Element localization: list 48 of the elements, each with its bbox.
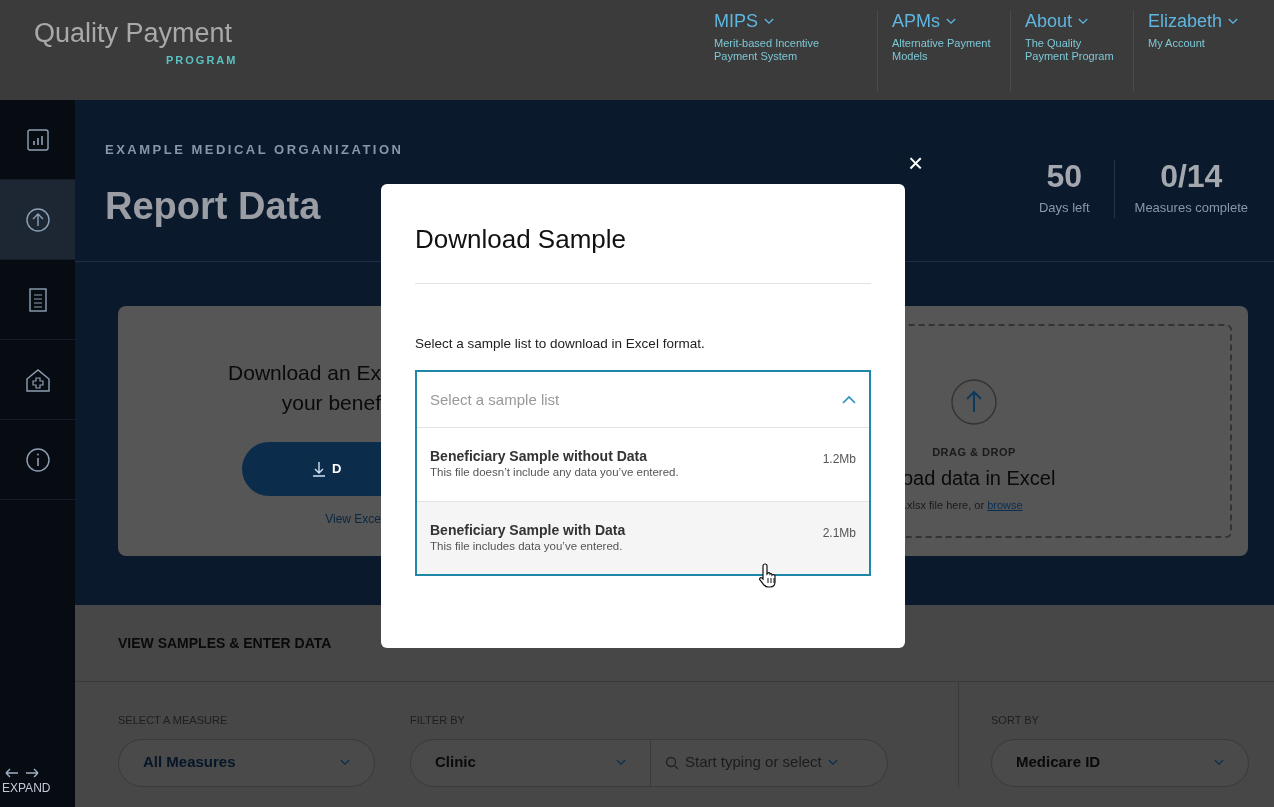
bar-chart-icon [25, 127, 50, 152]
chevron-down-icon [946, 17, 956, 25]
filter-value: Clinic [435, 752, 476, 773]
download-button[interactable]: D [242, 442, 381, 496]
dropdown-option[interactable]: Beneficiary Sample with Data This file includes data you’ve entered. 2.1Mb [417, 501, 869, 575]
close-button[interactable]: × [908, 150, 924, 176]
sidebar-item[interactable] [0, 180, 75, 260]
stat-value: 0/14 [1160, 160, 1223, 192]
nav-sublabel: Alternative Payment Models [892, 36, 992, 63]
expand-button[interactable]: EXPAND [0, 757, 75, 807]
nav-menu[interactable]: APMs Alternative Payment Models [877, 10, 1010, 92]
organization-name: EXAMPLE MEDICAL ORGANIZATION [105, 141, 404, 159]
nav-label: Elizabeth [1148, 10, 1223, 33]
logo-text: Quality Payment [34, 20, 234, 47]
nav-menu[interactable]: MIPS Merit-based Incentive Payment System [700, 10, 877, 92]
download-icon [312, 461, 326, 477]
chevron-down-icon [764, 17, 774, 25]
option-description: This file includes data you’ve entered. [430, 539, 624, 554]
nav-label: APMs [892, 10, 940, 33]
stat-label: Days left [1038, 199, 1090, 217]
chevron-down-icon [1214, 759, 1224, 766]
page-title: Report Data [105, 183, 322, 229]
file-size: 1.2Mb [822, 451, 856, 469]
nav-sublabel: Merit-based Incentive Payment System [714, 36, 821, 63]
nav-label: About [1025, 10, 1073, 33]
nav-label: MIPS [714, 10, 758, 33]
card-text: your benef [281, 390, 381, 416]
document-icon [26, 286, 49, 313]
chevron-down-icon [827, 759, 838, 766]
chevron-down-icon [1078, 17, 1089, 25]
nav-menu[interactable]: About The Quality Payment Program [1010, 10, 1133, 92]
upload-icon [950, 378, 998, 426]
chevron-down-icon [1228, 17, 1239, 25]
stat-label: Measures complete [1134, 199, 1248, 217]
dropzone-caption: DRAG & DROP [932, 445, 1016, 460]
info-icon [24, 446, 51, 473]
nav-sublabel: The Quality Payment Program [1025, 36, 1115, 63]
nav-menu[interactable]: Elizabeth My Account [1133, 10, 1268, 92]
chevron-down-icon [616, 759, 626, 766]
logo-subtitle: PROGRAM [166, 53, 238, 68]
stat-value: 50 [1046, 160, 1083, 192]
chevron-down-icon [340, 759, 350, 766]
option-title: Beneficiary Sample with Data [430, 522, 626, 540]
search-icon [665, 755, 679, 770]
upload-icon [24, 206, 51, 233]
modal-title: Download Sample [415, 223, 627, 256]
card-text: Download an Ex [228, 360, 381, 386]
nav-sublabel: My Account [1148, 36, 1206, 50]
